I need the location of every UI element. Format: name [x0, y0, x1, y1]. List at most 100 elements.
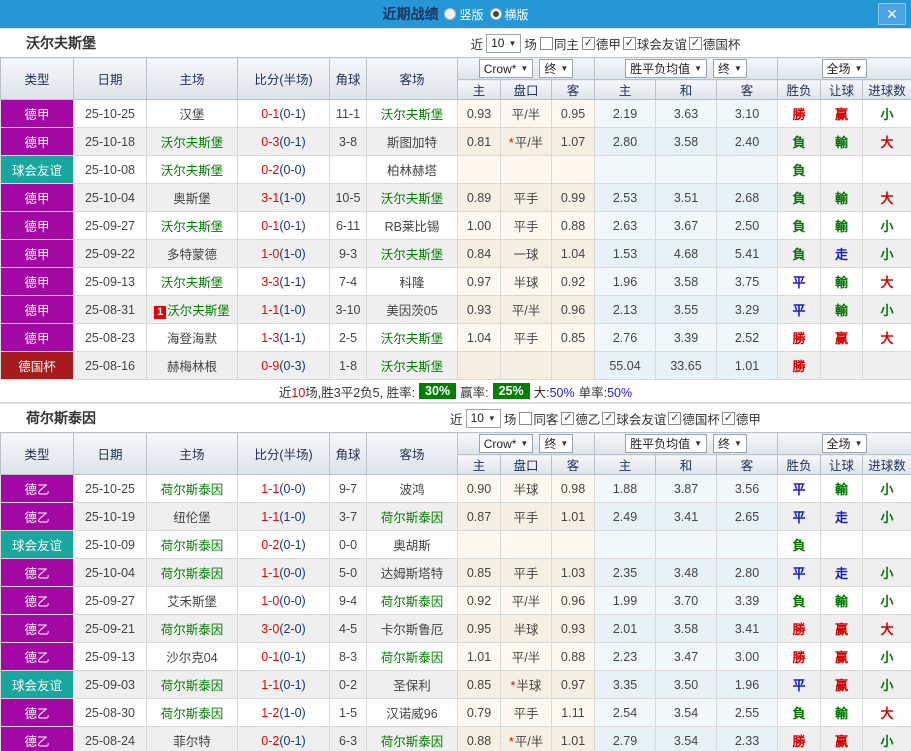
- layout-radio-vertical[interactable]: 竖版: [444, 6, 484, 23]
- scope-select[interactable]: 全场 ▼: [821, 434, 868, 453]
- result-wdl: 平: [777, 502, 822, 531]
- result-goals: 小: [862, 474, 911, 503]
- mean-home: 2.13: [594, 295, 656, 324]
- same-venue-checkbox[interactable]: 同主: [539, 34, 579, 53]
- col-home: 主场: [146, 57, 238, 100]
- same-venue-checkbox[interactable]: 同客: [519, 409, 558, 428]
- match-count-select[interactable]: 10 ▼: [486, 33, 522, 53]
- result-goals: 小: [862, 642, 911, 671]
- match-score: 1-0(1-0): [237, 239, 330, 268]
- col-date: 日期: [73, 57, 147, 100]
- bookmaker-select[interactable]: Crow* ▼: [478, 434, 534, 453]
- near-label: 近: [450, 412, 463, 427]
- match-date: 25-08-31: [73, 295, 147, 324]
- result-handicap: 輸: [820, 474, 864, 503]
- titlebar: 近期战绩 竖版 横版 ✕: [0, 0, 911, 28]
- result-goals: 大: [862, 127, 911, 156]
- match-row: 德国杯 25-08-16 赫梅林根 0-9(0-3) 1-8 沃尔夫斯堡 55.04 33.6…: [0, 351, 911, 380]
- away-team: 科隆: [366, 267, 458, 296]
- away-team: 荷尔斯泰因: [366, 586, 458, 615]
- match-date: 25-09-03: [73, 670, 147, 699]
- match-row: 德乙 25-10-04 荷尔斯泰因 1-1(0-0) 5-0 达姆斯塔特 0.85 平手 1.0…: [0, 558, 911, 587]
- result-wdl: 負: [777, 211, 822, 240]
- checkbox-label: 德甲: [595, 37, 621, 52]
- checkbox-unchecked-icon: [519, 411, 533, 425]
- odds-stage-select[interactable]: 终 ▼: [539, 59, 574, 78]
- col-score: 比分(半场): [237, 432, 330, 475]
- league-checkbox[interactable]: ✓ 球会友谊: [622, 34, 687, 53]
- match-score: 1-1(0-0): [237, 558, 330, 587]
- handicap-name: 平/半: [500, 99, 552, 128]
- mean-draw: 33.65: [655, 351, 717, 380]
- radio-unchecked-icon[interactable]: [444, 8, 457, 20]
- match-row: 德乙 25-10-25 荷尔斯泰因 1-1(0-0) 9-7 波鸿 0.90 半球 0.98 1.…: [0, 474, 911, 503]
- result-wdl: 平: [777, 474, 822, 503]
- layout-radio-horizontal[interactable]: 横版: [489, 6, 529, 23]
- checkbox-label: 德甲: [735, 412, 761, 427]
- mean-home: 2.49: [594, 502, 656, 531]
- league-checkbox[interactable]: ✓ 德甲: [721, 409, 761, 428]
- match-date: 25-10-04: [73, 183, 147, 212]
- away-team: 圣保利: [366, 670, 458, 699]
- checkbox-checked-icon: ✓: [622, 36, 636, 50]
- handicap-name: 一球: [500, 239, 552, 268]
- corner-score: 0-0: [329, 530, 367, 559]
- close-button[interactable]: ✕: [878, 3, 906, 25]
- away-team: 荷尔斯泰因: [366, 726, 458, 751]
- result-wdl: 平: [777, 670, 822, 699]
- filter-bar: 近 10 ▼ 场 同客 ✓ 德乙 ✓ 球会友谊 ✓ 德国杯 ✓ 德甲: [300, 408, 911, 428]
- odds-away: 0.96: [551, 586, 595, 615]
- red-card-badge: 1: [154, 306, 167, 319]
- match-row: 德乙 25-09-27 艾禾斯堡 1-0(0-0) 9-4 荷尔斯泰因 0.92 平/半 0.9…: [0, 586, 911, 615]
- col-away: 客场: [366, 57, 458, 100]
- odds-home: 0.85: [457, 558, 501, 587]
- scope-select[interactable]: 全场 ▼: [821, 59, 868, 78]
- match-date: 25-09-13: [73, 642, 147, 671]
- league-badge: 德乙: [0, 642, 74, 671]
- result-wdl: 平: [777, 267, 822, 296]
- corner-score: 2-5: [329, 323, 367, 352]
- corner-score: 3-7: [329, 502, 367, 531]
- result-handicap: 輸: [820, 183, 864, 212]
- radio-checked-icon[interactable]: [489, 8, 502, 20]
- odds-home: 1.04: [457, 323, 501, 352]
- mean-stage-select[interactable]: 终 ▼: [713, 59, 747, 78]
- result-handicap: 輸: [820, 127, 864, 156]
- league-checkbox[interactable]: ✓ 德甲: [581, 34, 621, 53]
- match-count-select[interactable]: 10 ▼: [465, 408, 501, 428]
- checkbox-checked-icon: ✓: [688, 36, 702, 50]
- corner-score: 3-10: [329, 295, 367, 324]
- result-handicap: 走: [820, 558, 864, 587]
- mean-home: 1.53: [594, 239, 656, 268]
- mean-stage-select[interactable]: 终 ▼: [713, 434, 747, 453]
- corner-score: 8-3: [329, 642, 367, 671]
- league-checkbox[interactable]: ✓ 德乙: [561, 409, 600, 428]
- mean-type-select[interactable]: 胜平负均值 ▼: [625, 434, 707, 453]
- mean-type-select[interactable]: 胜平负均值 ▼: [625, 59, 707, 78]
- result-handicap: 赢: [820, 670, 864, 699]
- home-team: 纽伦堡: [146, 502, 238, 531]
- result-goals: 小: [862, 586, 911, 615]
- match-date: 25-10-18: [73, 127, 147, 156]
- league-checkbox[interactable]: ✓ 球会友谊: [602, 409, 666, 428]
- result-wdl: 負: [777, 586, 822, 615]
- league-checkbox[interactable]: ✓ 德国杯: [688, 34, 741, 53]
- odds-away: 1.04: [551, 239, 595, 268]
- match-date: 25-10-25: [73, 474, 147, 503]
- result-goals: 小: [862, 670, 911, 699]
- odds-home: 0.87: [457, 502, 501, 531]
- result-wdl: 負: [777, 155, 822, 184]
- corner-score: 6-11: [329, 211, 367, 240]
- odds-home: 0.88: [457, 726, 501, 751]
- bookmaker-select[interactable]: Crow* ▼: [478, 59, 534, 78]
- corner-score: 9-7: [329, 474, 367, 503]
- away-team: 美因茨05: [366, 295, 458, 324]
- checkbox-label: 德国杯: [702, 37, 741, 52]
- col-away: 客场: [366, 432, 458, 475]
- league-checkbox[interactable]: ✓ 德国杯: [668, 409, 720, 428]
- odds-stage-select[interactable]: 终 ▼: [539, 434, 574, 453]
- handicap-name: 平手: [500, 502, 552, 531]
- mean-away: 2.52: [715, 323, 779, 352]
- mean-draw: 3.67: [655, 211, 717, 240]
- odds-away: 0.85: [551, 323, 595, 352]
